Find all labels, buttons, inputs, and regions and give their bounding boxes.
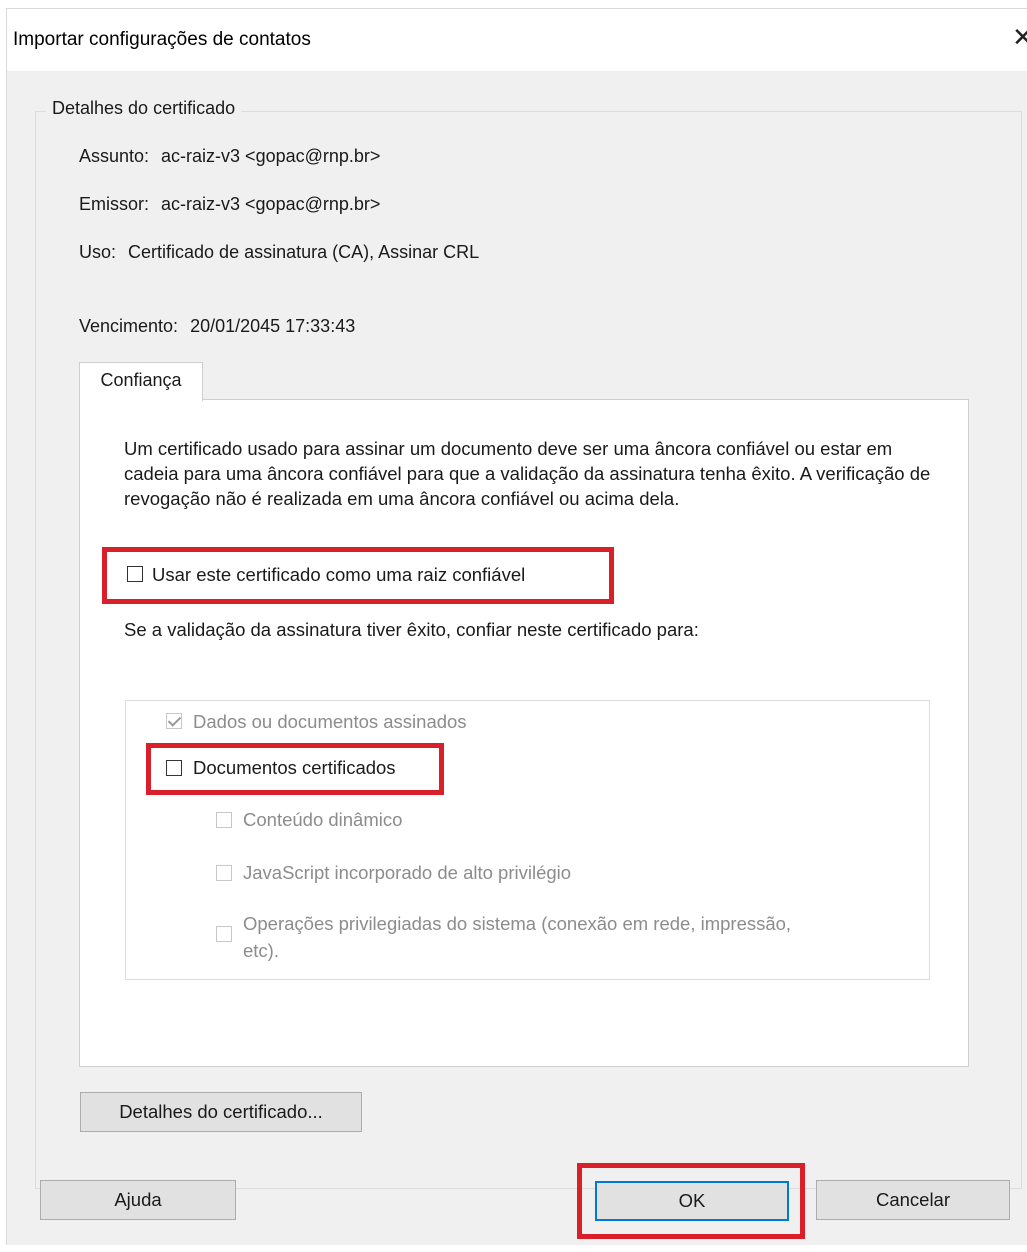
issuer-label: Emissor: xyxy=(79,194,150,214)
trust-options-group xyxy=(125,700,930,980)
usage-value: Certificado de assinatura (CA), Assinar … xyxy=(128,242,480,262)
title-bar: Importar configurações de contatos ✕ xyxy=(7,9,1027,71)
subject-value: ac-raiz-v3 <gopac@rnp.br> xyxy=(161,146,381,166)
expiry-label: Vencimento: xyxy=(79,316,179,336)
certified-documents-checkbox-label[interactable]: Documentos certificados xyxy=(193,757,396,779)
certified-documents-checkbox[interactable] xyxy=(166,760,182,776)
privileged-javascript-checkbox xyxy=(216,865,232,881)
dynamic-content-checkbox-label: Conteúdo dinâmico xyxy=(243,809,403,830)
help-button[interactable]: Ajuda xyxy=(40,1180,236,1220)
issuer-value: ac-raiz-v3 <gopac@rnp.br> xyxy=(161,194,381,214)
close-icon[interactable]: ✕ xyxy=(1012,23,1027,51)
trusted-root-checkbox[interactable] xyxy=(127,566,143,582)
usage-label: Uso: xyxy=(79,242,117,262)
system-operations-checkbox xyxy=(216,926,232,942)
tab-trust[interactable]: Confiança xyxy=(79,362,203,401)
expiry-value: 20/01/2045 17:33:43 xyxy=(190,316,356,336)
certificate-details-button[interactable]: Detalhes do certificado... xyxy=(80,1092,362,1132)
trusted-root-checkbox-label[interactable]: Usar este certificado como uma raiz conf… xyxy=(152,564,525,586)
subject-row: Assunto: ac-raiz-v3 <gopac@rnp.br> xyxy=(79,146,380,167)
cancel-button[interactable]: Cancelar xyxy=(816,1180,1010,1220)
signed-data-checkbox-label: Dados ou documentos assinados xyxy=(193,711,467,732)
subject-label: Assunto: xyxy=(79,146,150,166)
window-title: Importar configurações de contatos xyxy=(13,29,311,50)
system-operations-checkbox-label-line2: etc). xyxy=(243,940,279,961)
usage-row: Uso: Certificado de assinatura (CA), Assi… xyxy=(79,242,479,263)
privileged-javascript-checkbox-label: JavaScript incorporado de alto privilégi… xyxy=(243,862,572,883)
signed-data-checkbox xyxy=(166,713,182,729)
dynamic-content-checkbox xyxy=(216,812,232,828)
certificate-details-group-label: Detalhes do certificado xyxy=(46,98,242,119)
issuer-row: Emissor: ac-raiz-v3 <gopac@rnp.br> xyxy=(79,194,380,215)
system-operations-checkbox-label-line1: Operações privilegiadas do sistema (cone… xyxy=(243,913,792,934)
trust-intro-text: Se a validação da assinatura tiver êxito… xyxy=(124,619,699,640)
trust-description: Um certificado usado para assinar um doc… xyxy=(124,438,931,509)
ok-button[interactable]: OK xyxy=(595,1181,789,1221)
expiry-row: Vencimento: 20/01/2045 17:33:43 xyxy=(79,316,355,337)
